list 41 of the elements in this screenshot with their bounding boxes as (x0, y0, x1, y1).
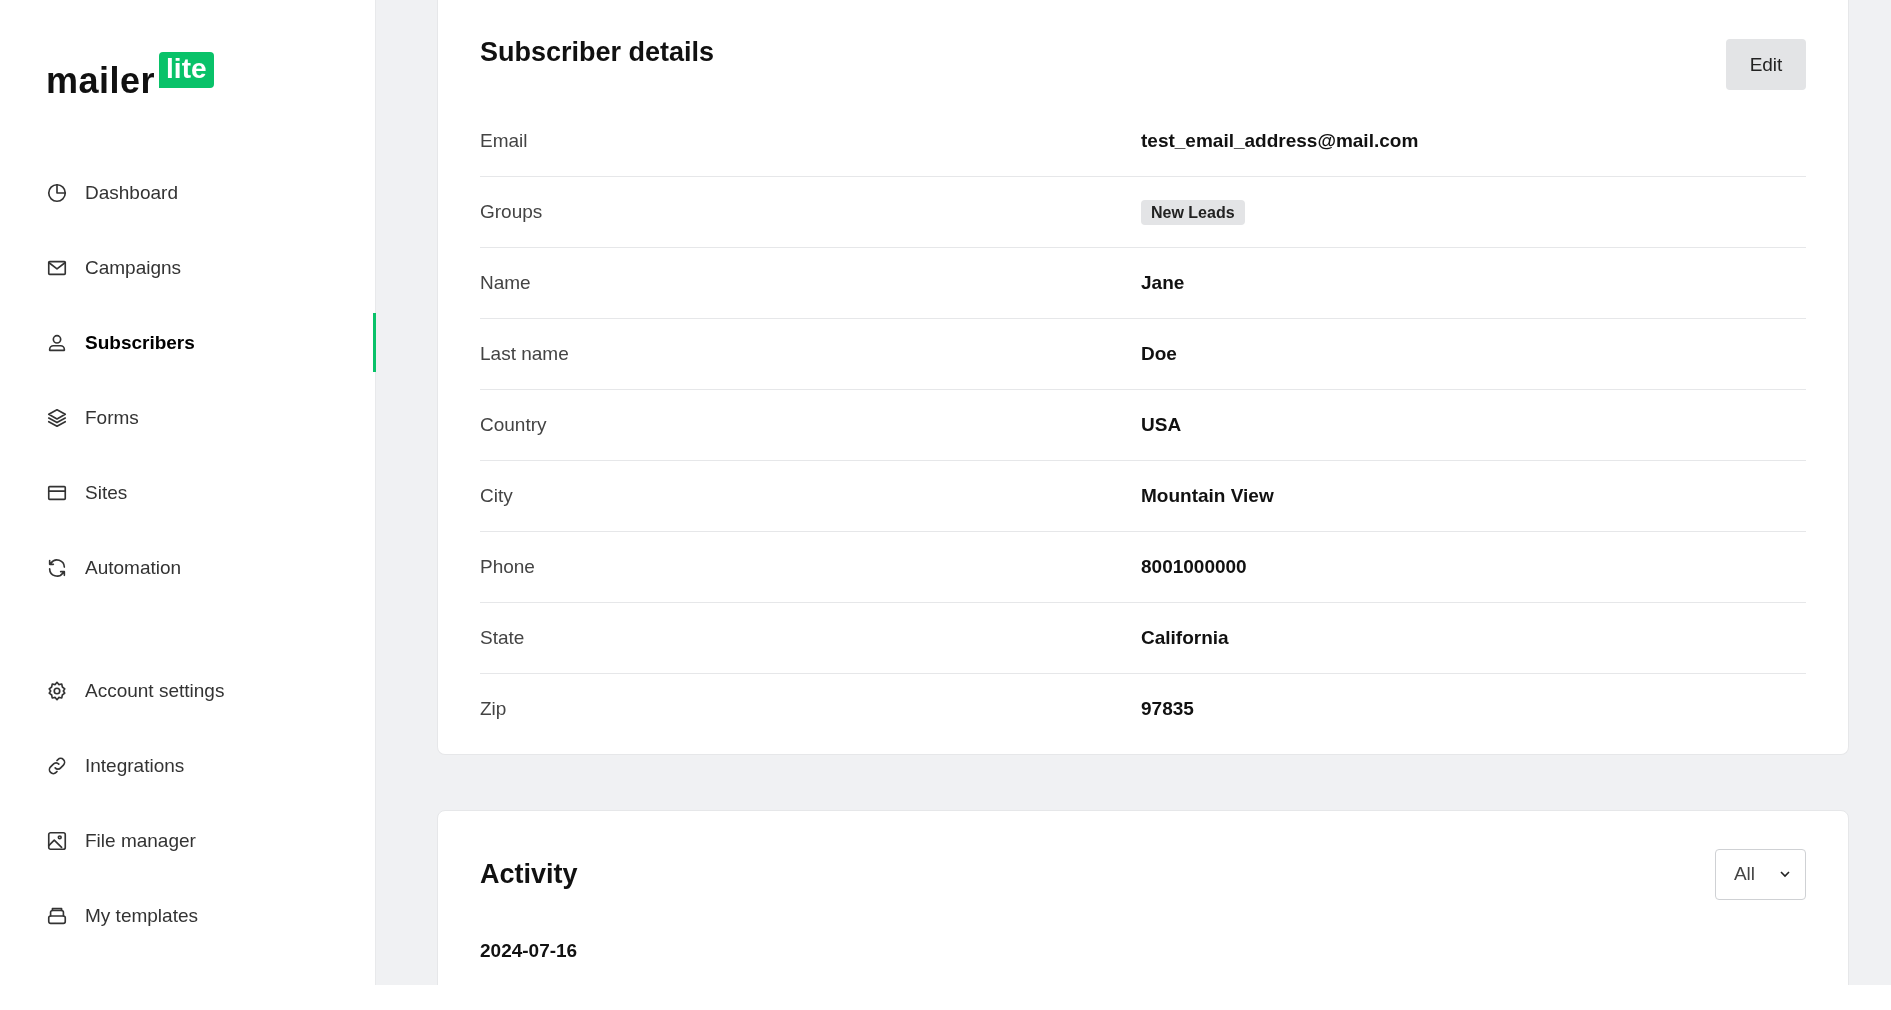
field-label: Last name (480, 343, 570, 365)
sidebar-item[interactable]: Automation (0, 530, 375, 605)
field-value: Mountain View (1141, 485, 1274, 507)
sidebar-item[interactable]: Sites (0, 455, 375, 530)
field-label: Country (480, 414, 548, 436)
sidebar-item[interactable]: Dashboard (0, 155, 375, 230)
card-title: Subscriber details (480, 37, 715, 68)
sidebar-item[interactable]: Account settings (0, 653, 375, 728)
field-value: Jane (1141, 272, 1185, 294)
chevron-down-icon (1779, 870, 1791, 878)
field-label: City (480, 485, 514, 507)
field-label: Email (480, 130, 529, 152)
edit-button[interactable]: Edit (1726, 39, 1806, 90)
card-title: Activity (480, 858, 578, 890)
pie-icon (46, 181, 68, 204)
logo-word: mailer (46, 60, 156, 102)
field-label: Groups (480, 201, 544, 223)
field-label: Phone (480, 556, 536, 578)
field-value: test_email_address@mail.com (1141, 130, 1419, 152)
activity-date: 2024-07-16 (480, 940, 579, 962)
filter-select[interactable]: All (1714, 848, 1806, 900)
field-label: Name (480, 272, 532, 294)
field-value: 97835 (1141, 698, 1194, 720)
refresh-icon (46, 556, 68, 579)
layers-icon (46, 406, 68, 429)
field-label: State (480, 627, 526, 649)
field-value: 8001000000 (1141, 556, 1247, 578)
field-value: California (1141, 627, 1229, 649)
image-icon (46, 829, 68, 852)
sidebar-item[interactable]: File manager (0, 803, 375, 878)
sidebar-item[interactable]: Forms (0, 380, 375, 455)
gear-icon (46, 679, 68, 702)
field-label: Zip (480, 698, 508, 720)
sidebar-item[interactable]: Subscribers (0, 305, 375, 380)
sidebar-item[interactable]: Integrations (0, 728, 375, 803)
sidebar-item[interactable]: Campaigns (0, 230, 375, 305)
sidebar-item[interactable]: My templates (0, 878, 375, 953)
field-value: USA (1141, 414, 1182, 436)
logo-badge: lite (159, 52, 214, 88)
group-tag: New Leads (1141, 200, 1245, 225)
field-value: Doe (1141, 343, 1177, 365)
